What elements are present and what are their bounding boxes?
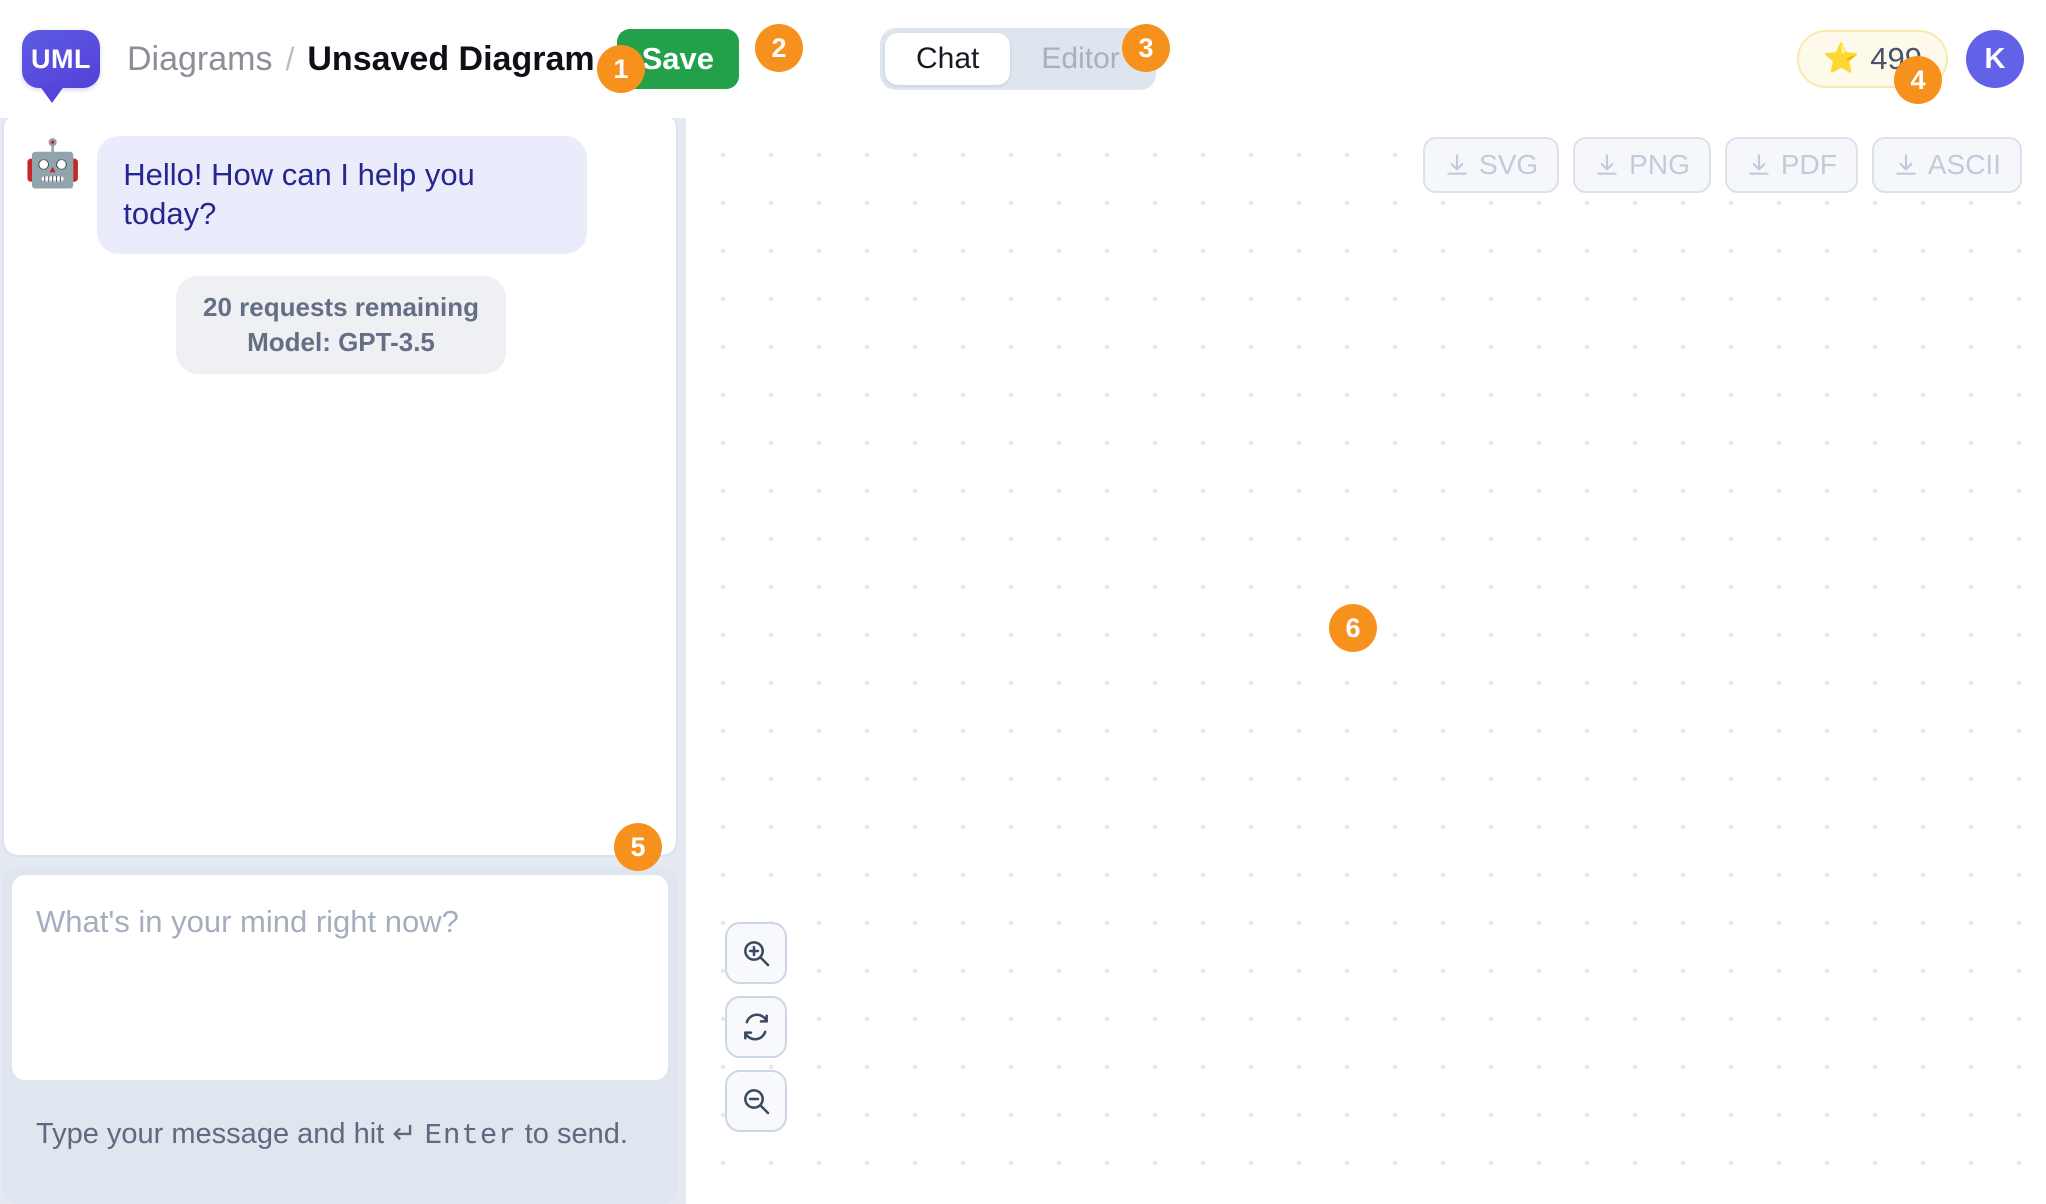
logo-text: UML	[31, 43, 91, 74]
save-button[interactable]: Save	[616, 29, 740, 89]
export-toolbar: SVG PNG PDF ASCII	[1423, 137, 2022, 193]
chat-messages-area[interactable]: 🤖 Hello! How can I help you today? 20 re…	[2, 112, 678, 857]
breadcrumb-current[interactable]: Unsaved Diagram	[307, 40, 594, 79]
app-header: UML Diagrams / Unsaved Diagram Save Chat…	[0, 0, 2046, 118]
avatar[interactable]: K	[1966, 30, 2024, 88]
export-png-label: PNG	[1629, 149, 1690, 180]
tab-editor[interactable]: Editor	[1010, 33, 1150, 85]
status-badge: 20 requests remaining Model: GPT-3.5	[176, 275, 506, 374]
export-svg-label: SVG	[1479, 149, 1539, 180]
export-ascii-label: ASCII	[1927, 149, 2001, 180]
download-icon	[1893, 152, 1919, 178]
brand-group: UML Diagrams / Unsaved Diagram Save	[22, 29, 740, 103]
reset-view-button[interactable]	[725, 996, 787, 1058]
download-icon	[1594, 152, 1620, 178]
breadcrumb-separator: /	[285, 40, 295, 77]
download-icon	[1444, 152, 1470, 178]
header-right-group: ⭐ 499 K	[1797, 0, 2024, 118]
zoom-in-icon	[740, 937, 772, 969]
export-pdf-label: PDF	[1780, 149, 1837, 180]
message-input[interactable]	[12, 875, 668, 1080]
export-ascii-button[interactable]: ASCII	[1871, 137, 2022, 193]
breadcrumb: Diagrams / Unsaved Diagram	[127, 40, 595, 79]
breadcrumb-root-link[interactable]: Diagrams	[127, 40, 272, 79]
star-icon: ⭐	[1823, 42, 1860, 75]
app-root: UML Diagrams / Unsaved Diagram Save Chat…	[0, 0, 2046, 1204]
chat-message: 🤖 Hello! How can I help you today?	[24, 136, 656, 254]
credits-pill[interactable]: ⭐ 499	[1797, 30, 1948, 88]
zoom-out-button[interactable]	[725, 1070, 787, 1132]
chat-input-shell: Type your message and hit ↵ Enter to sen…	[2, 867, 678, 1204]
diagram-canvas[interactable]: SVG PNG PDF ASCII	[686, 112, 2046, 1204]
view-mode-toggle: Chat Editor	[880, 28, 1156, 90]
refresh-icon	[740, 1011, 772, 1043]
uml-logo-icon[interactable]: UML	[22, 30, 100, 103]
export-pdf-button[interactable]: PDF	[1724, 137, 1858, 193]
send-hint-suffix: to send.	[524, 1118, 628, 1150]
download-icon	[1746, 152, 1772, 178]
model-text: Model: GPT-3.5	[247, 326, 435, 357]
assistant-message-bubble: Hello! How can I help you today?	[97, 136, 588, 254]
send-hint: Type your message and hit ↵ Enter to sen…	[12, 1080, 668, 1152]
zoom-controls	[725, 922, 787, 1132]
chat-panel: 🤖 Hello! How can I help you today? 20 re…	[2, 112, 678, 1204]
zoom-out-icon	[740, 1085, 772, 1117]
requests-remaining-text: 20 requests remaining	[203, 291, 479, 322]
send-hint-prefix: Type your message and hit	[36, 1118, 385, 1150]
zoom-in-button[interactable]	[725, 922, 787, 984]
export-png-button[interactable]: PNG	[1573, 137, 1711, 193]
enter-key-symbol-icon: ↵	[392, 1118, 417, 1150]
enter-key-label: Enter	[424, 1119, 517, 1152]
robot-icon: 🤖	[24, 137, 82, 189]
credits-count: 499	[1870, 41, 1922, 76]
tab-chat[interactable]: Chat	[885, 33, 1011, 85]
export-svg-button[interactable]: SVG	[1423, 137, 1560, 193]
